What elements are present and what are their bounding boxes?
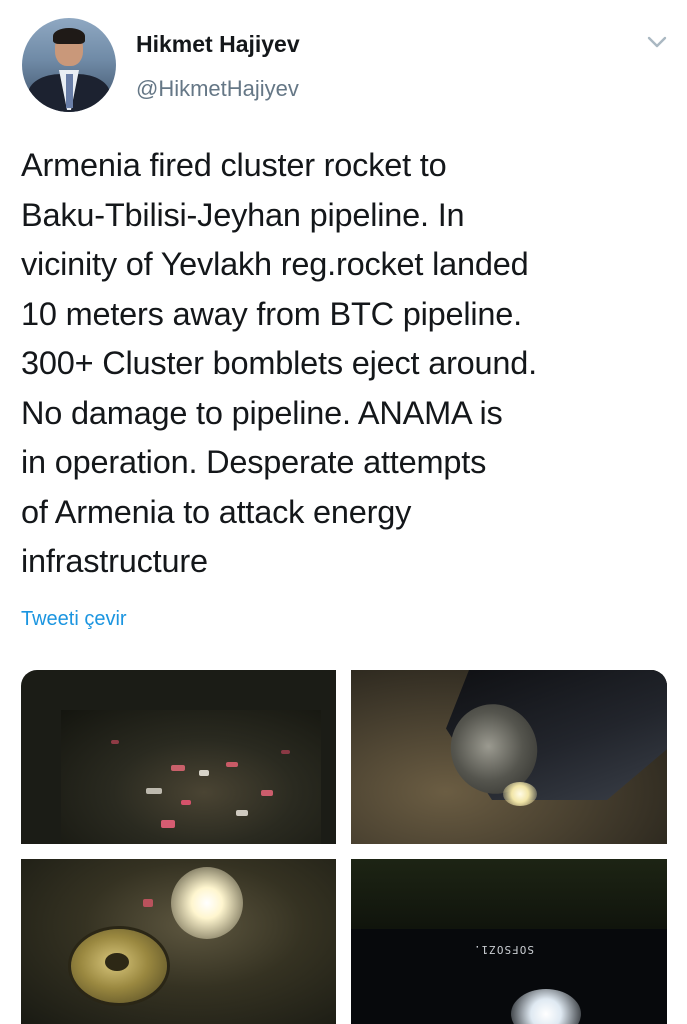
photo-3[interactable] bbox=[21, 859, 336, 1024]
photo-1-debris bbox=[261, 790, 273, 796]
tweet: Hikmet Hajiyev @HikmetHajiyev Armenia fi… bbox=[0, 0, 687, 1024]
photo-1-debris bbox=[111, 740, 119, 744]
photo-3-light bbox=[171, 867, 243, 939]
photo-4-stencil: SOFSOZ1. bbox=[473, 943, 534, 956]
photo-1[interactable] bbox=[21, 670, 336, 844]
photo-1-debris bbox=[181, 800, 191, 805]
photo-1-debris bbox=[281, 750, 290, 754]
photo-1-debris bbox=[146, 788, 162, 794]
translate-tweet-link[interactable]: Tweeti çevir bbox=[21, 608, 127, 631]
photo-4[interactable]: SOFSOZ1. bbox=[351, 859, 667, 1024]
avatar[interactable] bbox=[22, 18, 116, 112]
photo-1-debris bbox=[161, 820, 175, 828]
media-grid: SOFSOZ1. bbox=[21, 670, 667, 1024]
display-name[interactable]: Hikmet Hajiyev bbox=[136, 31, 300, 58]
photo-3-disc-center bbox=[105, 953, 129, 971]
chevron-down-icon[interactable] bbox=[646, 34, 668, 50]
photo-1-debris bbox=[236, 810, 248, 816]
tweet-text: Armenia fired cluster rocket to Baku-Tbi… bbox=[21, 147, 538, 579]
photo-1-debris bbox=[199, 770, 209, 776]
photo-4-light bbox=[511, 989, 581, 1024]
photo-2-light bbox=[503, 782, 537, 806]
photo-3-debris bbox=[143, 899, 153, 907]
user-handle[interactable]: @HikmetHajiyev bbox=[136, 76, 299, 102]
photo-1-debris bbox=[226, 762, 238, 767]
photo-4-grass bbox=[351, 859, 667, 929]
photo-1-ground bbox=[61, 710, 321, 844]
photo-1-debris bbox=[171, 765, 185, 771]
photo-2[interactable] bbox=[351, 670, 667, 844]
avatar-tie bbox=[66, 74, 73, 108]
avatar-hair bbox=[53, 28, 85, 44]
